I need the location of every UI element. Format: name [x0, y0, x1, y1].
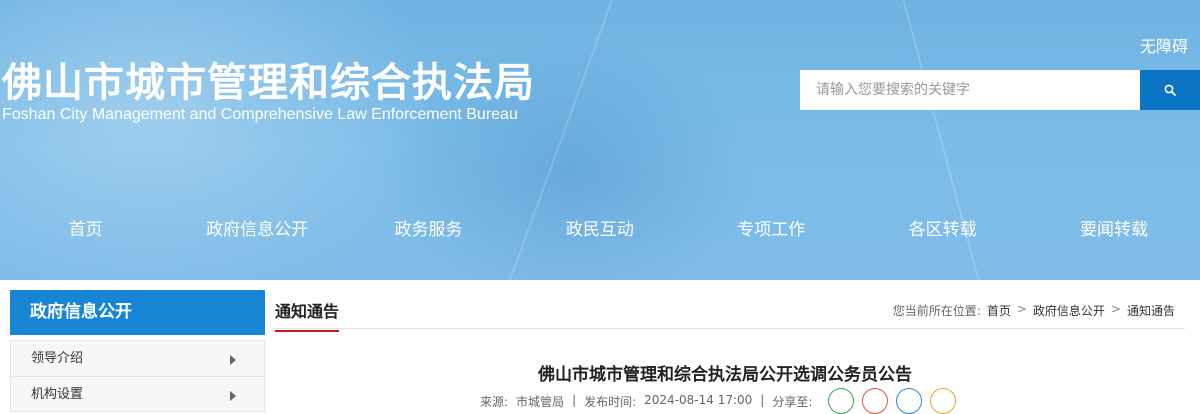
published-value: 2024-08-14 17:00 — [644, 393, 753, 407]
nav-item-news-reprints[interactable]: 要闻转载 — [1028, 210, 1199, 250]
sidebar-title: 政府信息公开 — [10, 290, 265, 335]
breadcrumb-separator: > — [1110, 302, 1121, 316]
sidebar-item-organization[interactable]: 机构设置 — [10, 376, 265, 412]
nav-item-gov-info[interactable]: 政府信息公开 — [171, 210, 342, 250]
sidebar-item-label: 领导介绍 — [31, 351, 84, 366]
main-nav: 首页 政府信息公开 政务服务 政民互动 专项工作 各区转载 要闻转载 — [0, 210, 1200, 250]
breadcrumb-notices[interactable]: 通知通告 — [1127, 302, 1175, 319]
nav-item-interaction[interactable]: 政民互动 — [514, 210, 685, 250]
wechat-share-icon[interactable] — [828, 388, 854, 414]
share-icons — [828, 388, 956, 414]
site-subtitle: Foshan City Management and Comprehensive… — [2, 106, 518, 123]
share-label: 分享至: — [772, 395, 813, 409]
breadcrumb-prefix: 您当前所在位置: — [892, 304, 981, 318]
published-label: 发布时间: — [584, 395, 637, 409]
search-input[interactable] — [800, 70, 1140, 110]
qzone-share-icon[interactable] — [930, 388, 956, 414]
chevron-right-icon — [230, 355, 236, 365]
source-value: 市城管局 — [516, 395, 565, 409]
section-divider — [275, 328, 1185, 329]
breadcrumb-separator: > — [1016, 302, 1027, 316]
source-label: 来源: — [480, 395, 509, 409]
sidebar-item-leaders[interactable]: 领导介绍 — [10, 340, 265, 376]
breadcrumb-gov-info[interactable]: 政府信息公开 — [1033, 302, 1105, 319]
breadcrumb-home[interactable]: 首页 — [987, 302, 1011, 319]
accessibility-link[interactable]: 无障碍 — [1140, 33, 1188, 57]
section-title: 通知通告 — [275, 298, 340, 332]
sidebar-list: 领导介绍 机构设置 — [10, 340, 265, 412]
meta-separator: | — [572, 393, 577, 407]
weibo-share-icon[interactable] — [862, 388, 888, 414]
breadcrumb: 您当前所在位置: 首页 > 政府信息公开 > 通知通告 — [893, 302, 1175, 319]
article-title: 佛山市城市管理和综合执法局公开选调公务员公告 — [538, 365, 912, 385]
search-icon — [1164, 84, 1176, 96]
search-button[interactable] — [1140, 70, 1200, 110]
nav-item-district-reprints[interactable]: 各区转载 — [857, 210, 1028, 250]
site-title: 佛山市城市管理和综合执法局 — [2, 60, 535, 106]
nav-item-home[interactable]: 首页 — [0, 210, 171, 250]
qq-share-icon[interactable] — [896, 388, 922, 414]
nav-item-special-work[interactable]: 专项工作 — [686, 210, 857, 250]
article-meta: 来源: 市城管局 | 发布时间: 2024-08-14 17:00 | 分享至: — [480, 393, 812, 410]
nav-item-gov-services[interactable]: 政务服务 — [343, 210, 514, 250]
header-banner: 佛山市城市管理和综合执法局 Foshan City Management and… — [0, 0, 1200, 280]
meta-separator: | — [760, 393, 765, 407]
